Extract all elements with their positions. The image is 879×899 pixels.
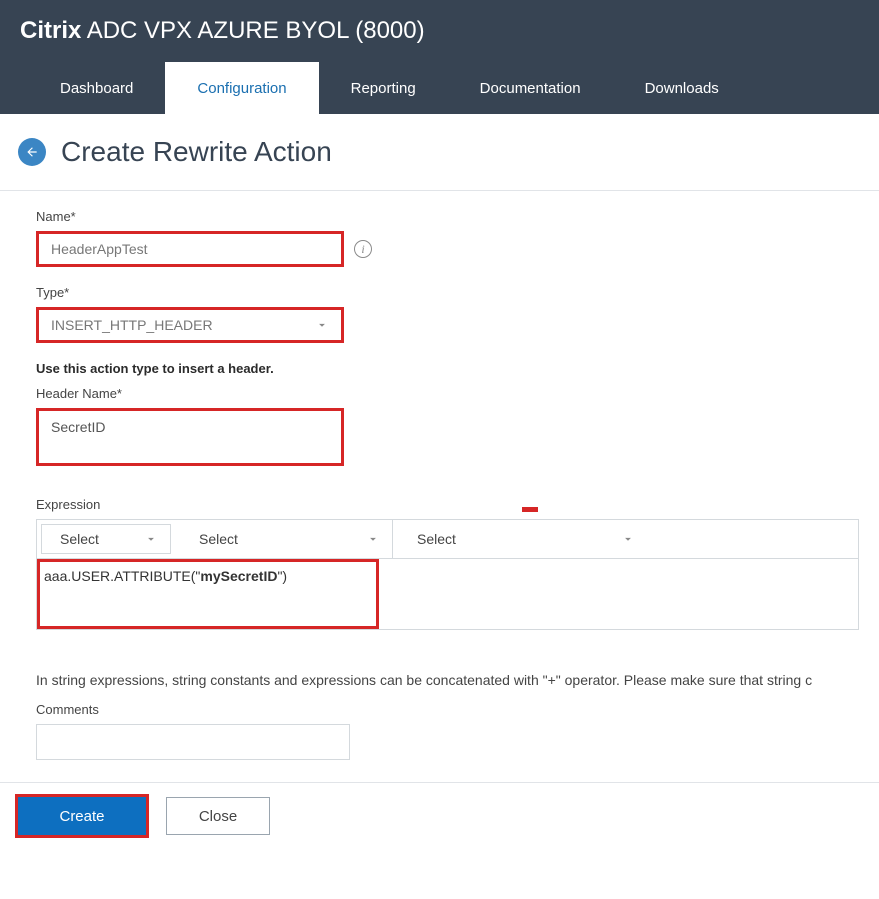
type-label: Type*: [36, 285, 859, 300]
chevron-down-icon: [366, 532, 380, 546]
chevron-down-icon: [315, 318, 329, 332]
nav-reporting[interactable]: Reporting: [319, 62, 448, 114]
expr-select-3[interactable]: Select: [393, 520, 647, 558]
red-marker: [522, 507, 538, 512]
brand-bold: Citrix: [20, 17, 81, 44]
top-banner: Citrix ADC VPX AZURE BYOL (8000): [0, 0, 879, 62]
header-name-label: Header Name*: [36, 386, 859, 401]
nav-downloads[interactable]: Downloads: [613, 62, 751, 114]
expr-select-1[interactable]: Select: [41, 524, 171, 554]
name-input[interactable]: [36, 231, 344, 267]
close-button[interactable]: Close: [166, 797, 270, 835]
page-title: Create Rewrite Action: [61, 136, 332, 168]
brand-rest: ADC VPX AZURE BYOL (8000): [81, 17, 424, 44]
back-button[interactable]: [18, 138, 46, 166]
arrow-left-icon: [25, 145, 39, 159]
nav-configuration[interactable]: Configuration: [165, 62, 318, 114]
type-hint: Use this action type to insert a header.: [36, 361, 859, 376]
page-header: Create Rewrite Action: [0, 114, 879, 190]
brand-title: Citrix ADC VPX AZURE BYOL (8000): [20, 17, 425, 45]
type-select[interactable]: INSERT_HTTP_HEADER: [36, 307, 344, 343]
expression-input[interactable]: aaa.USER.ATTRIBUTE("mySecretID"): [37, 559, 379, 629]
info-icon[interactable]: i: [354, 240, 372, 258]
footer-bar: Create Close: [0, 782, 879, 849]
nav-bar: Dashboard Configuration Reporting Docume…: [0, 62, 879, 114]
form-container: Name* i Type* INSERT_HTTP_HEADER Use thi…: [0, 190, 879, 760]
comments-label: Comments: [36, 702, 859, 717]
header-name-input[interactable]: [36, 408, 344, 466]
nav-documentation[interactable]: Documentation: [448, 62, 613, 114]
expression-label: Expression: [36, 497, 859, 512]
nav-dashboard[interactable]: Dashboard: [28, 62, 165, 114]
create-button[interactable]: Create: [18, 797, 146, 835]
chevron-down-icon: [144, 532, 158, 546]
expression-help-text: In string expressions, string constants …: [36, 672, 859, 688]
name-label: Name*: [36, 209, 859, 224]
chevron-down-icon: [621, 532, 635, 546]
expression-toolbar: Select Select Select: [36, 519, 859, 559]
expr-select-2[interactable]: Select: [175, 520, 393, 558]
comments-input[interactable]: [36, 724, 350, 760]
type-select-value: INSERT_HTTP_HEADER: [51, 317, 213, 333]
